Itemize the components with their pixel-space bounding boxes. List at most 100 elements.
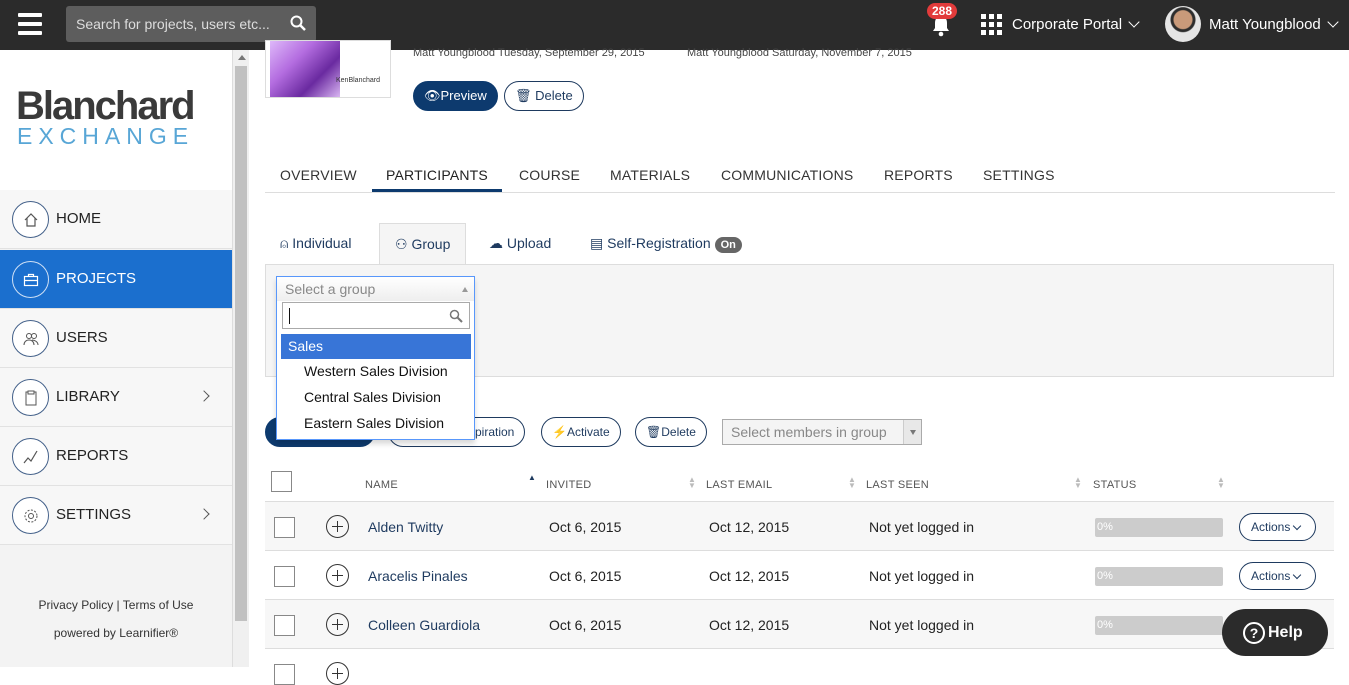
sort-icon[interactable]: ▲ ▼	[848, 476, 856, 490]
group-option[interactable]: Western Sales Division	[281, 359, 471, 384]
group-option[interactable]: Central Sales Division	[281, 385, 471, 410]
table-row	[265, 649, 1334, 685]
expand-row-icon[interactable]	[326, 515, 349, 538]
subtab-label: Self-Registration	[607, 235, 711, 251]
sidebar-item-projects[interactable]: PROJECTS	[0, 250, 232, 309]
subtab-self-registration[interactable]: ▤ Self-Registration On	[590, 223, 742, 265]
user-menu[interactable]: Matt Youngblood	[1209, 16, 1339, 33]
document-icon	[12, 379, 49, 416]
participant-name[interactable]: Aracelis Pinales	[368, 568, 468, 584]
last-seen: Not yet logged in	[869, 519, 975, 535]
column-last-email[interactable]: LAST EMAIL	[706, 479, 772, 491]
subtab-label: Upload	[506, 235, 552, 251]
help-label: Help	[1268, 624, 1303, 641]
tab-materials[interactable]: MATERIALS	[610, 167, 690, 183]
members-select[interactable]: Select members in group	[722, 419, 922, 445]
row-checkbox[interactable]	[274, 566, 295, 587]
self-registration-badge: On	[714, 237, 742, 253]
sidebar-scrollbar[interactable]	[232, 50, 249, 667]
actions-button[interactable]: Actions	[1239, 513, 1316, 541]
search-input[interactable]: Search for projects, users etc...	[66, 6, 316, 42]
sidebar-footer: Privacy Policy | Terms of Use powered by…	[0, 598, 232, 640]
column-invited[interactable]: INVITED	[546, 479, 592, 491]
sort-icon[interactable]: ▲ ▼	[1217, 476, 1225, 490]
subtab-individual[interactable]: ⍝ Individual	[280, 223, 351, 265]
scrollbar-thumb[interactable]	[235, 66, 247, 621]
terms-link[interactable]: Terms of Use	[123, 598, 194, 612]
portal-switcher[interactable]: Corporate Portal	[1012, 16, 1140, 33]
scroll-up-icon[interactable]	[238, 55, 246, 60]
sidebar-item-settings[interactable]: SETTINGS	[0, 486, 232, 545]
group-option[interactable]: Eastern Sales Division	[281, 411, 471, 436]
group-select[interactable]: Select a group	[277, 277, 474, 301]
portal-label: Corporate Portal	[1012, 16, 1123, 33]
participant-name[interactable]: Colleen Guardiola	[368, 617, 480, 633]
expand-row-icon[interactable]	[326, 662, 349, 685]
subtab-group[interactable]: ⚇ Group	[379, 223, 467, 265]
activate-button[interactable]: ⚡Activate	[541, 417, 621, 447]
table-row: Alden Twitty Oct 6, 2015 Oct 12, 2015 No…	[265, 502, 1334, 551]
sort-asc-icon[interactable]: ▲	[528, 474, 536, 482]
option-group-header[interactable]: Sales	[281, 334, 471, 359]
logo[interactable]: Blanchard EXCHANGE	[0, 50, 232, 190]
column-last-seen[interactable]: LAST SEEN	[866, 479, 929, 491]
sidebar-item-library[interactable]: LIBRARY	[0, 368, 232, 427]
tab-participants[interactable]: PARTICIPANTS	[386, 167, 488, 183]
preview-button[interactable]: 👁Preview	[413, 81, 498, 111]
sidebar-item-home[interactable]: HOME	[0, 190, 232, 249]
trash-icon: 🗑	[515, 88, 532, 103]
search-icon[interactable]	[290, 15, 306, 31]
participant-subtabs: ⍝ Individual ⚇ Group ☁ Upload ▤ Self-Reg…	[265, 223, 1335, 265]
briefcase-icon	[12, 261, 49, 298]
home-icon	[12, 201, 49, 238]
delete-project-button[interactable]: 🗑 Delete	[504, 81, 584, 111]
tab-reports[interactable]: REPORTS	[884, 167, 953, 183]
actions-button[interactable]: Actions	[1239, 562, 1316, 590]
search-icon	[449, 309, 463, 323]
expand-row-icon[interactable]	[326, 564, 349, 587]
subtab-label: Group	[411, 236, 451, 252]
powered-by[interactable]: powered by Learnifier®	[0, 626, 232, 640]
eye-icon: 👁	[424, 88, 441, 103]
last-seen: Not yet logged in	[869, 617, 975, 633]
delete-members-button[interactable]: 🗑Delete	[635, 417, 707, 447]
sidebar: Blanchard EXCHANGE HOME PROJECTS USERS L…	[0, 50, 232, 667]
sort-icon[interactable]: ▲ ▼	[1074, 476, 1082, 490]
tab-overview[interactable]: OVERVIEW	[280, 167, 357, 183]
help-button[interactable]: ? Help	[1222, 609, 1328, 656]
sidebar-item-reports[interactable]: REPORTS	[0, 427, 232, 486]
sidebar-item-label: LIBRARY	[56, 388, 120, 405]
row-checkbox[interactable]	[274, 615, 295, 636]
last-seen: Not yet logged in	[869, 568, 975, 584]
privacy-link[interactable]: Privacy Policy	[39, 598, 114, 612]
users-icon: ⚇	[395, 236, 408, 252]
status-progress: 0%	[1095, 518, 1223, 537]
column-name[interactable]: NAME	[365, 479, 398, 491]
thumbnail-text: KenBlanchard	[336, 77, 380, 84]
row-checkbox[interactable]	[274, 664, 295, 685]
expand-row-icon[interactable]	[326, 613, 349, 636]
notification-badge[interactable]: 288	[927, 3, 958, 19]
sort-icon[interactable]: ▲ ▼	[688, 476, 696, 490]
apps-grid-icon[interactable]	[981, 14, 1002, 35]
tab-communications[interactable]: COMMUNICATIONS	[721, 167, 853, 183]
column-status[interactable]: STATUS	[1093, 479, 1137, 491]
search-placeholder: Search for projects, users etc...	[76, 16, 270, 32]
group-search-input[interactable]	[282, 302, 470, 329]
sidebar-item-label: PROJECTS	[56, 270, 137, 287]
sidebar-item-users[interactable]: USERS	[0, 309, 232, 368]
subtab-upload[interactable]: ☁ Upload	[489, 223, 551, 265]
user-name: Matt Youngblood	[1209, 16, 1321, 33]
tab-course[interactable]: COURSE	[519, 167, 580, 183]
participant-name[interactable]: Alden Twitty	[368, 519, 443, 535]
project-thumbnail: KenBlanchard	[265, 40, 391, 98]
tab-settings[interactable]: SETTINGS	[983, 167, 1055, 183]
actions-label: Actions	[1251, 569, 1291, 583]
row-checkbox[interactable]	[274, 517, 295, 538]
expiration-label: piration	[475, 425, 515, 439]
select-all-checkbox[interactable]	[271, 471, 292, 492]
status-progress: 0%	[1095, 567, 1223, 586]
group-select-dropdown[interactable]: Select a group Sales Western Sales Divis…	[276, 276, 475, 440]
avatar[interactable]	[1165, 6, 1201, 42]
menu-icon[interactable]	[18, 13, 42, 35]
